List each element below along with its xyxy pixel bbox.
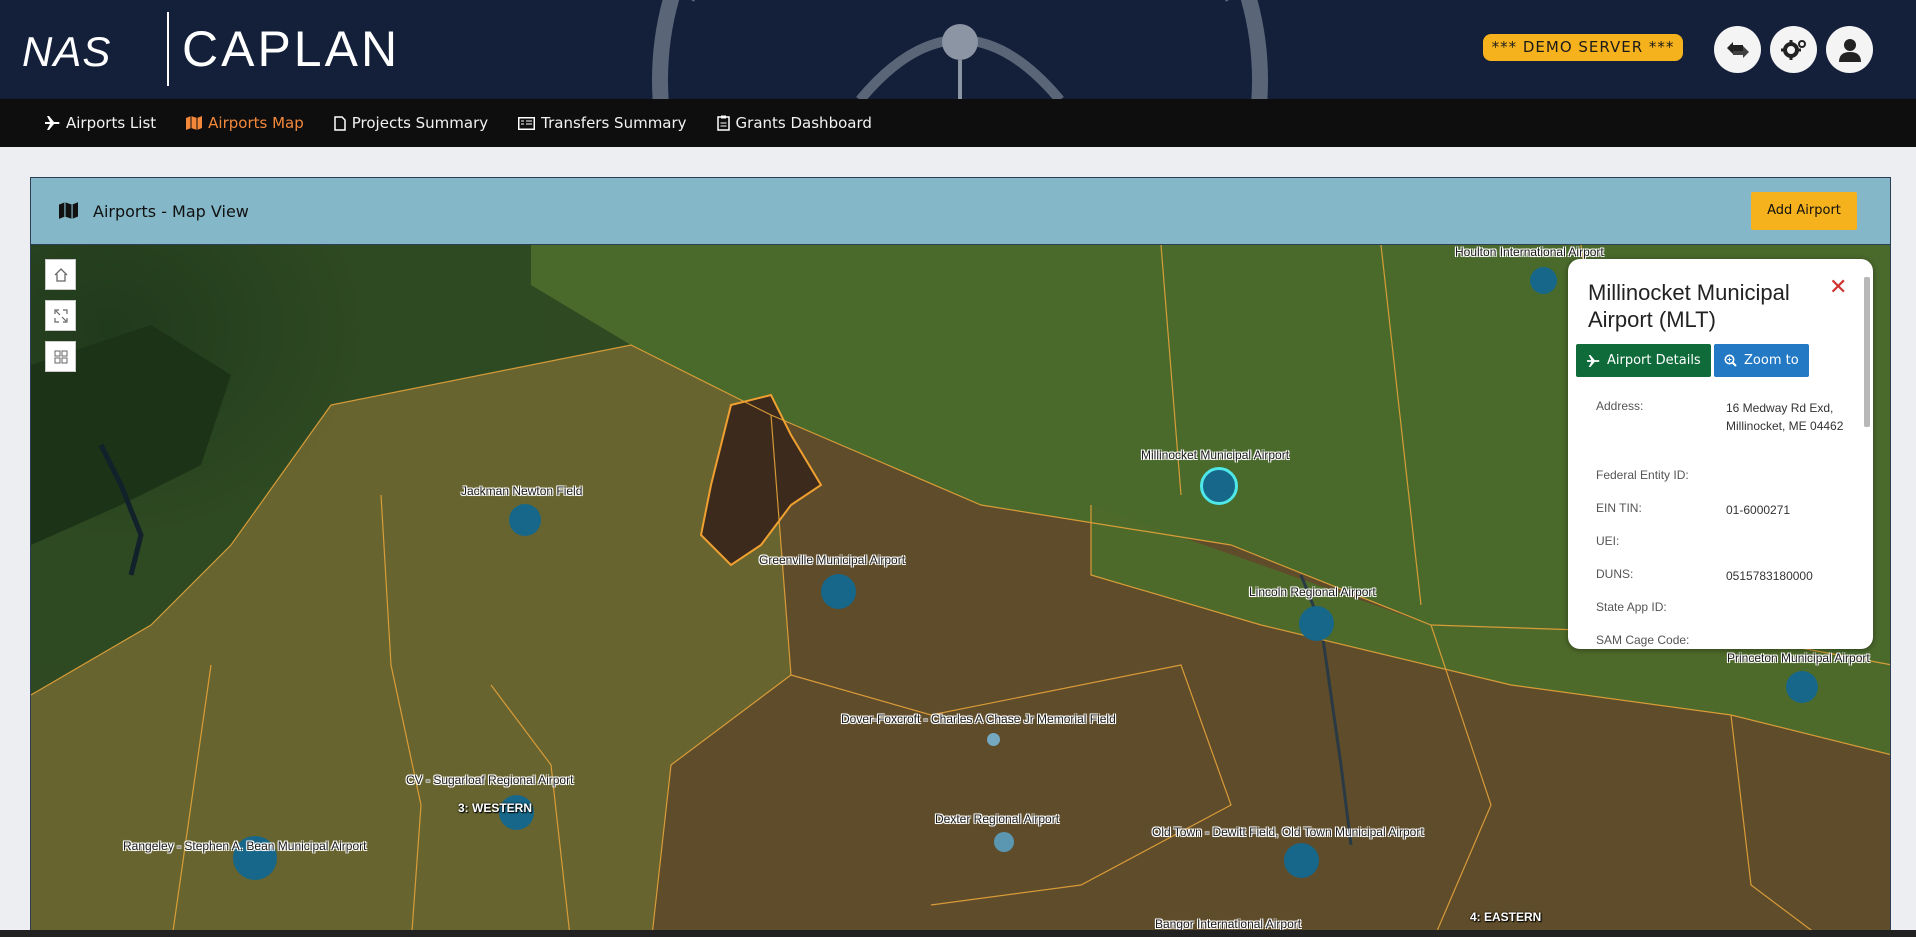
attr-key: State App ID: xyxy=(1596,600,1667,614)
airport-label: Jackman Newton Field xyxy=(461,484,583,498)
settings-icon xyxy=(1780,39,1806,60)
list-card-icon xyxy=(518,116,536,130)
zoom-in-icon xyxy=(1724,354,1737,367)
button-label: Airport Details xyxy=(1607,353,1701,368)
attr-key: DUNS: xyxy=(1596,567,1634,581)
fullscreen-button[interactable] xyxy=(45,300,76,331)
attr-value: 16 Medway Rd Exd, Millinocket, ME 04462 xyxy=(1726,401,1844,433)
transfer-button[interactable] xyxy=(1714,26,1761,73)
popup-title: Millinocket Municipal Airport (MLT) xyxy=(1588,280,1790,332)
user-icon xyxy=(1838,38,1861,62)
basemap-gallery-button[interactable] xyxy=(45,341,76,372)
nas-logo: NAS xyxy=(22,28,112,75)
attr-row-sam-cage-code: SAM Cage Code: xyxy=(1596,633,1851,649)
airport-label: Old Town - Dewitt Field, Old Town Munici… xyxy=(1152,825,1424,839)
airport-label: Houlton International Airport xyxy=(1455,245,1604,259)
attr-key: UEI: xyxy=(1596,534,1620,548)
nav-projects-summary[interactable]: Projects Summary xyxy=(334,114,488,132)
region-label: 4: EASTERN xyxy=(1470,910,1542,924)
attr-key: EIN TIN: xyxy=(1596,501,1642,515)
attr-row-duns: DUNS: 0515783180000 xyxy=(1596,567,1851,600)
nav-label: Transfers Summary xyxy=(541,114,687,132)
airplane-icon xyxy=(1587,354,1600,367)
settings-button[interactable] xyxy=(1770,26,1817,73)
nav-airports-map[interactable]: Airports Map xyxy=(186,114,304,132)
nav-transfers-summary[interactable]: Transfers Summary xyxy=(518,114,687,132)
attr-value xyxy=(1726,600,1851,633)
attr-value: 01-6000271 xyxy=(1726,503,1791,517)
airport-label: Millinocket Municipal Airport xyxy=(1141,448,1290,462)
airport-marker-houlton[interactable] xyxy=(1530,267,1557,294)
nav-label: Airports Map xyxy=(208,114,304,132)
attr-row-state-app-id: State App ID: xyxy=(1596,600,1851,633)
attr-key: Federal Entity ID: xyxy=(1596,468,1689,482)
add-airport-button[interactable]: Add Airport xyxy=(1751,192,1857,230)
airport-marker-millinocket-selected[interactable] xyxy=(1200,467,1238,505)
clipboard-icon xyxy=(716,115,730,131)
home-icon xyxy=(54,267,67,282)
grid-icon xyxy=(54,350,67,363)
transfer-icon xyxy=(1726,41,1749,58)
home-button[interactable] xyxy=(45,259,76,290)
airport-marker-jackman[interactable] xyxy=(509,504,541,536)
airport-label: CV - Sugarloaf Regional Airport xyxy=(406,773,574,787)
attr-row-uei: UEI: xyxy=(1596,534,1851,567)
attr-value: 0515783180000 xyxy=(1726,569,1813,583)
airport-marker-dover-foxcroft[interactable] xyxy=(987,733,1000,746)
scrollbar-thumb[interactable] xyxy=(1864,277,1870,427)
zoom-to-button[interactable]: Zoom to xyxy=(1714,344,1809,377)
map-icon xyxy=(186,116,203,130)
attr-row-federal-entity-id: Federal Entity ID: xyxy=(1596,468,1851,501)
region-label: 3: WESTERN xyxy=(458,801,533,815)
airport-label: Princeton Municipal Airport xyxy=(1727,651,1870,665)
airport-marker-princeton[interactable] xyxy=(1786,671,1818,703)
attr-key: Address: xyxy=(1596,399,1644,413)
user-button[interactable] xyxy=(1826,26,1873,73)
airport-label: Dexter Regional Airport xyxy=(935,812,1060,826)
attr-row-address: Address: 16 Medway Rd Exd, Millinocket, … xyxy=(1596,399,1851,468)
airport-label: Lincoln Regional Airport xyxy=(1249,585,1376,599)
airport-marker-dexter[interactable] xyxy=(994,832,1014,852)
airport-label: Rangeley - Stephen A. Bean Municipal Air… xyxy=(123,839,367,853)
close-icon[interactable]: ✕ xyxy=(1829,275,1847,300)
main-nav: Airports List Airports Map Projects Summ… xyxy=(0,99,1916,147)
logo-divider xyxy=(167,12,169,86)
airport-label: Dover-Foxcroft - Charles A Chase Jr Memo… xyxy=(841,712,1116,726)
attr-value xyxy=(1726,534,1851,567)
nav-label: Airports List xyxy=(66,114,157,132)
nav-label: Grants Dashboard xyxy=(735,114,872,132)
button-label: Zoom to xyxy=(1744,353,1799,368)
panel-header: Airports - Map View Add Airport xyxy=(31,178,1890,245)
popup-attributes: Address: 16 Medway Rd Exd, Millinocket, … xyxy=(1596,399,1851,649)
attr-value xyxy=(1726,633,1851,649)
compass-emblem-icon xyxy=(652,0,1268,99)
airport-popup: Millinocket Municipal Airport (MLT) ✕ Ai… xyxy=(1568,259,1873,649)
map-icon xyxy=(59,202,78,219)
airport-label: Greenville Municipal Airport xyxy=(759,553,906,567)
airport-label: Bangor International Airport xyxy=(1155,917,1302,931)
popup-scrollbar[interactable] xyxy=(1861,263,1871,645)
top-header: NAS CAPLAN *** DEMO SERVER *** xyxy=(0,0,1916,99)
nav-grants-dashboard[interactable]: Grants Dashboard xyxy=(716,114,872,132)
panel-title: Airports - Map View xyxy=(93,202,249,221)
fullscreen-icon xyxy=(53,308,68,323)
airport-marker-lincoln[interactable] xyxy=(1299,606,1334,641)
nav-airports-list[interactable]: Airports List xyxy=(44,114,156,132)
attr-row-ein-tin: EIN TIN: 01-6000271 xyxy=(1596,501,1851,534)
bottom-bar xyxy=(0,930,1916,937)
demo-server-badge: *** DEMO SERVER *** xyxy=(1483,34,1683,61)
airport-details-button[interactable]: Airport Details xyxy=(1576,344,1711,377)
airport-marker-old-town[interactable] xyxy=(1284,843,1319,878)
airplane-icon xyxy=(45,116,60,130)
airport-marker-greenville[interactable] xyxy=(821,574,856,609)
nav-label: Projects Summary xyxy=(351,114,489,132)
document-icon xyxy=(334,115,346,131)
attr-key: SAM Cage Code: xyxy=(1596,633,1690,647)
attr-value xyxy=(1726,468,1851,501)
caplan-logo: CAPLAN xyxy=(182,21,401,77)
